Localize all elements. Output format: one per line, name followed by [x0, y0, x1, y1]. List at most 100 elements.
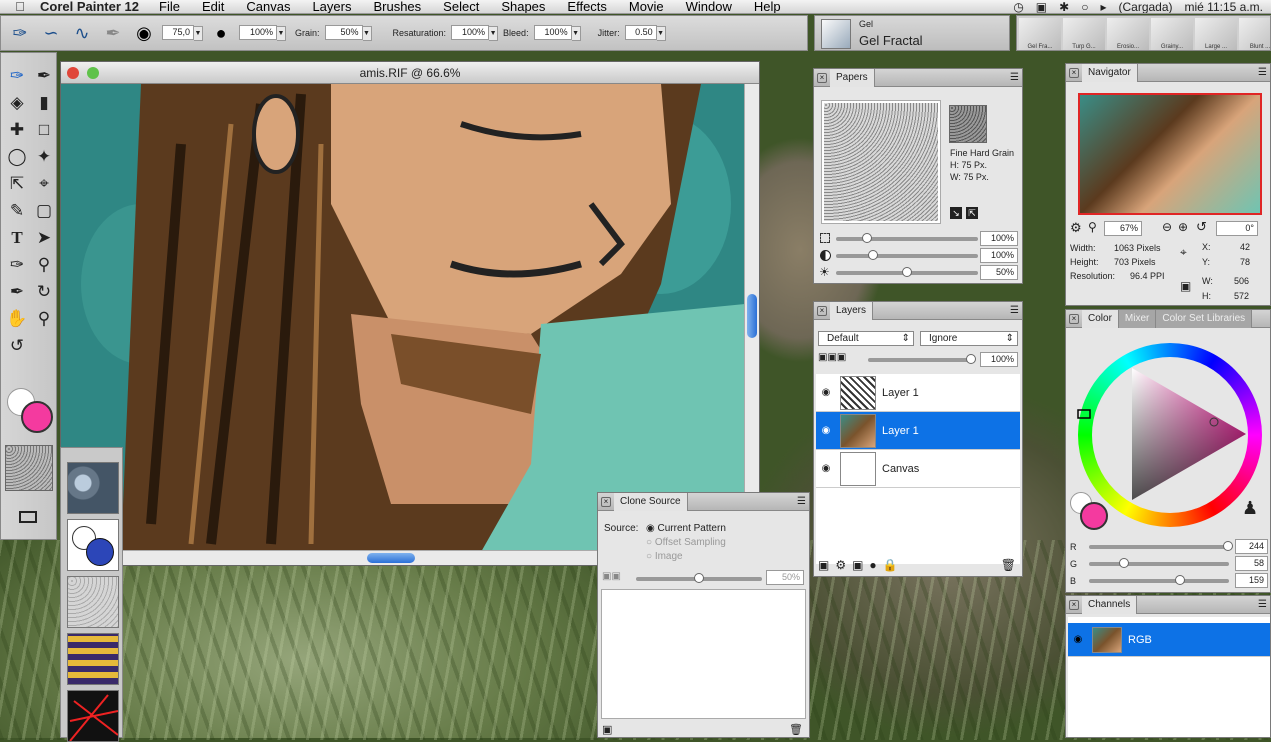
crop-icon[interactable]: ⌖ — [31, 171, 57, 197]
lasso-icon[interactable]: ◯ — [4, 144, 30, 170]
paper-contrast-field[interactable]: 100% — [980, 248, 1018, 263]
brush-category-icon[interactable] — [821, 19, 851, 49]
slider-knob[interactable] — [1223, 540, 1234, 551]
layer-row[interactable]: ◉ Layer 1 — [816, 374, 1020, 412]
eraser-icon[interactable]: ▮ — [31, 90, 57, 116]
magnifier-icon[interactable]: ⚲ — [31, 306, 57, 332]
navigator-preview[interactable] — [1078, 93, 1262, 215]
app-name[interactable]: Corel Painter 12 — [40, 0, 139, 13]
clock[interactable]: mié 11:15 a.m. — [1185, 0, 1263, 13]
brush-ghost-icon[interactable]: ✒ — [100, 20, 126, 46]
rubber-stamp-icon[interactable]: ⚲ — [31, 252, 57, 278]
invert-paper-icon[interactable]: ↘ — [950, 207, 962, 219]
menu-canvas[interactable]: Canvas — [246, 0, 290, 13]
tab-color[interactable]: Color — [1082, 309, 1119, 328]
settings-icon[interactable]: ⚙ — [1070, 220, 1082, 236]
brush-item[interactable]: Erosio... — [1107, 18, 1149, 50]
paper-thumbnail[interactable] — [949, 105, 987, 143]
battery-status[interactable]: (Cargada) — [1118, 0, 1172, 13]
menu-edit[interactable]: Edit — [202, 0, 224, 13]
rotation-field[interactable]: 0° — [1216, 221, 1258, 236]
brush-item[interactable]: Gel Fra... — [1019, 18, 1061, 50]
menu-shapes[interactable]: Shapes — [501, 0, 545, 13]
green-field[interactable]: 58 — [1235, 556, 1269, 571]
clone-opacity-slider[interactable] — [636, 573, 762, 583]
panel-menu-icon[interactable]: ☰ — [797, 496, 806, 507]
layer-action-icons[interactable]: ▣⚙▣●🔒 — [818, 558, 904, 572]
paper-swatch[interactable] — [5, 445, 53, 491]
eye-icon[interactable]: ◉ — [816, 425, 836, 436]
magic-wand-icon[interactable]: ✦ — [31, 144, 57, 170]
wifi-icon[interactable]: ○ — [1081, 0, 1088, 13]
size-field[interactable]: 75,0 — [162, 25, 194, 40]
chevron-down-icon[interactable]: ▼ — [656, 26, 666, 41]
brush-tool-icon[interactable]: ✑ — [7, 20, 33, 46]
paper-brightness-slider[interactable] — [836, 267, 978, 277]
tab-clone-source[interactable]: Clone Source — [614, 492, 688, 511]
menu-movie[interactable]: Movie — [629, 0, 664, 13]
grain-field[interactable]: 50% — [324, 25, 363, 40]
stroke-straight-icon[interactable]: ∿ — [69, 20, 95, 46]
dropper-icon[interactable]: ✒ — [31, 63, 57, 89]
document-titlebar[interactable]: amis.RIF @ 66.6% — [61, 62, 759, 84]
tab-layers[interactable]: Layers — [830, 301, 874, 320]
grabber-hand-icon[interactable]: ✋ — [4, 306, 30, 332]
primary-color-swatch[interactable] — [1080, 502, 1108, 530]
stroke-freehand-icon[interactable]: ∽ — [38, 20, 64, 46]
brush-selector[interactable]: Gel Gel Fractal — [814, 15, 1010, 51]
tab-color-set-libraries[interactable]: Color Set Libraries — [1156, 309, 1253, 328]
transform-icon[interactable]: ⇱ — [4, 171, 30, 197]
bluetooth-icon[interactable]: ✱ — [1059, 0, 1069, 13]
menu-file[interactable]: File — [159, 0, 180, 13]
close-icon[interactable] — [67, 67, 79, 79]
composite-depth-select[interactable]: Ignore ⇕ — [920, 331, 1018, 346]
magnifier-icon[interactable]: ⚲ — [1088, 220, 1097, 234]
brush-item[interactable]: Blunt ... — [1239, 18, 1270, 50]
nozzle-swatch[interactable] — [67, 690, 119, 742]
red-slider[interactable] — [1089, 540, 1234, 551]
slider-knob[interactable] — [1175, 574, 1186, 585]
bleed-field[interactable]: 100% — [533, 25, 572, 40]
rotate-page-icon[interactable]: ↺ — [4, 333, 30, 359]
stamp-icon[interactable]: ♟ — [1242, 498, 1258, 519]
mirror-icon[interactable]: ↻ — [31, 279, 57, 305]
radio-image[interactable]: ○ Image — [646, 551, 683, 562]
tab-papers[interactable]: Papers — [830, 68, 875, 87]
canvas-artwork[interactable] — [61, 84, 745, 552]
brush-icon[interactable]: ✑ — [4, 63, 30, 89]
primary-color-swatch[interactable] — [21, 401, 53, 433]
composite-method-select[interactable]: Default ⇕ — [818, 331, 914, 346]
rectangle-icon[interactable]: ▢ — [31, 198, 57, 224]
radio-current-pattern[interactable]: ◉ Current Pattern — [646, 523, 726, 534]
saturation-triangle[interactable] — [1066, 330, 1271, 530]
close-icon[interactable]: × — [1069, 67, 1079, 78]
close-icon[interactable]: × — [817, 72, 827, 83]
tab-channels[interactable]: Channels — [1082, 595, 1138, 614]
red-field[interactable]: 244 — [1235, 539, 1269, 554]
close-icon[interactable]: × — [817, 305, 827, 316]
paper-brightness-field[interactable]: 50% — [980, 265, 1018, 280]
paint-bucket-icon[interactable]: ◈ — [4, 90, 30, 116]
clone-options-icons[interactable]: ▣▣ — [602, 571, 621, 582]
tab-navigator[interactable]: Navigator — [1082, 63, 1138, 82]
add-source-icon[interactable]: ▣ — [602, 723, 612, 736]
layer-opacity-field[interactable]: 100% — [980, 352, 1018, 367]
zoom-in-icon[interactable]: ⊕ — [1178, 220, 1188, 234]
scroll-thumb[interactable] — [367, 553, 415, 563]
layer-row[interactable]: ◉ Canvas — [816, 450, 1020, 488]
volume-icon[interactable]: ▸ — [1100, 0, 1106, 13]
radio-offset-sampling[interactable]: ○ Offset Sampling — [646, 537, 726, 548]
layer-row-selected[interactable]: ◉ Layer 1 — [816, 412, 1020, 450]
chevron-down-icon[interactable]: ▼ — [571, 26, 581, 41]
dodge-icon[interactable]: ✒ — [4, 279, 30, 305]
slider-knob[interactable] — [1119, 557, 1130, 568]
layer-options-icons[interactable]: ▣▣▣ — [818, 352, 846, 363]
chevron-down-icon[interactable]: ▼ — [277, 26, 286, 41]
panel-menu-icon[interactable]: ☰ — [1258, 599, 1267, 610]
screen-mode-icon[interactable] — [19, 511, 37, 523]
panel-menu-icon[interactable]: ☰ — [1258, 67, 1267, 78]
pen-icon[interactable]: ✎ — [4, 198, 30, 224]
paper-contrast-slider[interactable] — [836, 250, 978, 260]
paper-texture-swatch[interactable] — [67, 576, 119, 628]
weave-swatch[interactable] — [67, 633, 119, 685]
